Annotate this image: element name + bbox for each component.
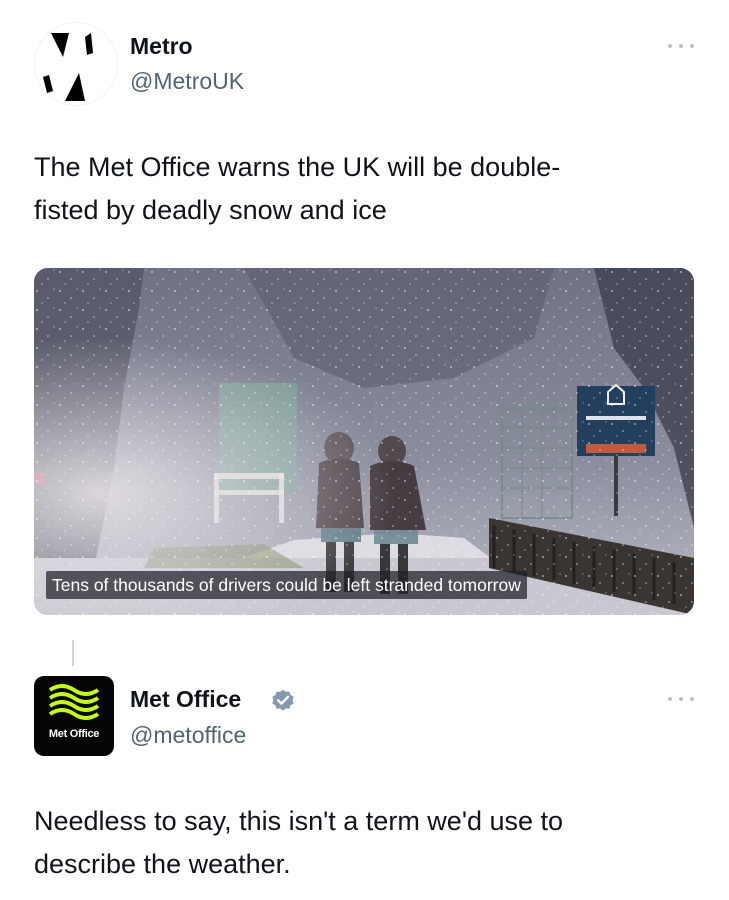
verified-badge-icon bbox=[272, 689, 294, 711]
author-name[interactable]: Met Office bbox=[130, 686, 241, 713]
met-office-logo-icon bbox=[48, 684, 100, 720]
met-office-avatar[interactable]: Met Office bbox=[34, 676, 114, 756]
author-handle[interactable]: @metoffice bbox=[130, 722, 246, 749]
thread-connector-line bbox=[72, 640, 74, 666]
snow-scene-image bbox=[34, 268, 694, 615]
metro-avatar[interactable] bbox=[34, 22, 118, 106]
tweet-met-office[interactable]: Met Office Met Office @metoffice Needles… bbox=[0, 668, 729, 900]
tweet-text: The Met Office warns the UK will be doub… bbox=[34, 152, 561, 225]
avatar-label: Met Office bbox=[48, 728, 100, 740]
tweet-metro[interactable]: Metro @MetroUK The Met Office warns the … bbox=[0, 0, 729, 640]
more-icon[interactable] bbox=[668, 41, 694, 51]
metro-logo-icon bbox=[43, 33, 93, 101]
tweet-media-image[interactable]: Tens of thousands of drivers could be le… bbox=[34, 268, 694, 615]
more-icon[interactable] bbox=[668, 694, 694, 704]
author-handle[interactable]: @MetroUK bbox=[130, 68, 244, 95]
tweet-text: Needless to say, this isn't a term we'd … bbox=[34, 806, 564, 879]
author-name[interactable]: Metro bbox=[130, 33, 193, 60]
media-caption: Tens of thousands of drivers could be le… bbox=[46, 571, 527, 599]
